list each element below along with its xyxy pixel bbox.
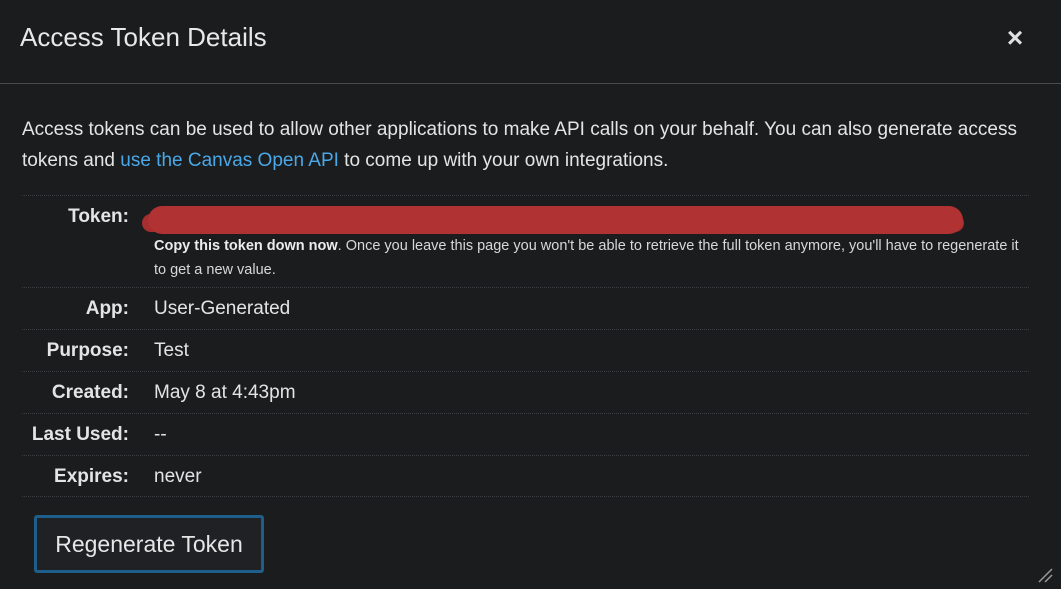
token-redaction-mark-top xyxy=(148,206,963,234)
last-used-row: Last Used: -- xyxy=(22,413,1029,455)
app-value: User-Generated xyxy=(154,298,291,319)
dialog-title: Access Token Details xyxy=(20,22,267,52)
created-row: Created: May 8 at 4:43pm xyxy=(22,371,1029,413)
access-token-dialog: Access Token Details × Access tokens can… xyxy=(0,0,1061,589)
app-label: App: xyxy=(85,298,129,319)
purpose-label: Purpose: xyxy=(46,340,129,361)
created-value: May 8 at 4:43pm xyxy=(154,382,296,403)
dialog-header: Access Token Details × xyxy=(0,0,1061,84)
token-details-table: Token: Copy this token down now. Once yo… xyxy=(22,195,1029,497)
regenerate-token-button[interactable]: Regenerate Token xyxy=(34,515,264,573)
canvas-open-api-link[interactable]: use the Canvas Open API xyxy=(120,150,339,171)
token-note-bold: Copy this token down now xyxy=(154,238,338,254)
token-row: Token: Copy this token down now. Once yo… xyxy=(22,195,1029,287)
purpose-row: Purpose: Test xyxy=(22,329,1029,371)
app-row: App: User-Generated xyxy=(22,287,1029,329)
intro-text-after: to come up with your own integrations. xyxy=(338,150,669,171)
expires-label: Expires: xyxy=(54,466,129,487)
created-label: Created: xyxy=(51,382,129,403)
token-label: Token: xyxy=(68,206,129,227)
last-used-label: Last Used: xyxy=(31,424,129,445)
resize-handle-icon[interactable] xyxy=(1037,567,1053,583)
last-used-value: -- xyxy=(154,424,167,445)
expires-row: Expires: never xyxy=(22,455,1029,497)
token-note: Copy this token down now. Once you leave… xyxy=(154,234,1024,282)
intro-text: Access tokens can be used to allow other… xyxy=(22,114,1032,176)
expires-value: never xyxy=(154,466,202,487)
close-icon[interactable]: × xyxy=(1003,24,1027,52)
purpose-value: Test xyxy=(154,340,189,361)
